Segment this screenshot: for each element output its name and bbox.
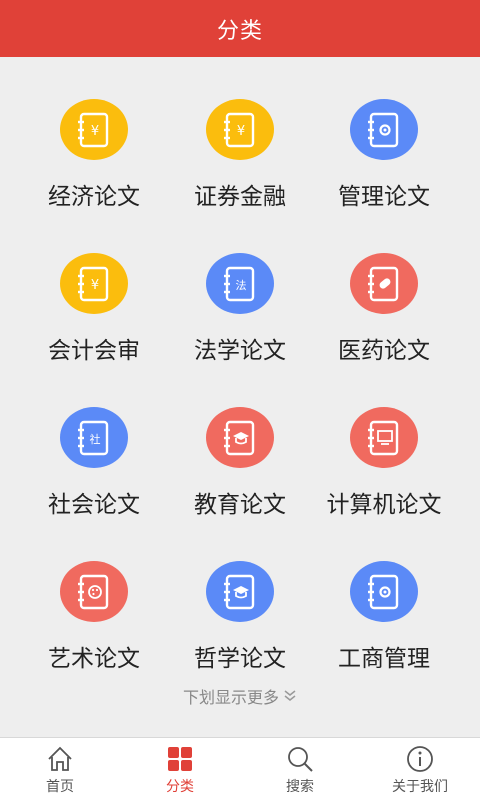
category-circle: ¥ — [60, 99, 128, 160]
category-label: 社会论文 — [48, 492, 140, 518]
tab-label: 搜索 — [286, 779, 314, 795]
society-notebook-icon: 社 — [78, 420, 109, 455]
category-label: 艺术论文 — [48, 646, 140, 672]
category-item[interactable]: ¥ 经济论文 — [14, 57, 174, 211]
double-chevron-down-icon — [283, 688, 297, 707]
svg-text:¥: ¥ — [91, 278, 99, 293]
pill-notebook-icon — [368, 266, 399, 301]
category-label: 教育论文 — [194, 492, 286, 518]
category-circle — [350, 253, 418, 314]
yen-notebook-icon: ¥ — [224, 112, 255, 147]
home-icon — [48, 746, 72, 771]
category-item[interactable]: 法 法学论文 — [160, 211, 320, 365]
app-header: 分类 — [0, 0, 480, 57]
page-title: 分类 — [216, 18, 263, 44]
tab-about[interactable]: 关于我们 — [360, 738, 480, 801]
category-item[interactable]: ¥ 会计会审 — [14, 211, 174, 365]
palette-notebook-icon — [78, 574, 109, 609]
category-circle — [60, 561, 128, 622]
tab-home[interactable]: 首页 — [0, 738, 120, 801]
computer-notebook-icon — [368, 420, 399, 455]
tab-label: 分类 — [166, 779, 194, 795]
category-label: 哲学论文 — [194, 646, 286, 672]
category-label: 工商管理 — [338, 646, 430, 672]
gear-notebook-icon — [368, 574, 399, 609]
info-icon — [407, 746, 433, 772]
svg-text:¥: ¥ — [237, 124, 245, 139]
graduation-cap-notebook-icon — [224, 574, 255, 609]
scroll-more-text: 下划显示更多 — [182, 688, 279, 707]
category-circle — [206, 561, 274, 622]
category-item[interactable]: 医药论文 — [304, 211, 464, 365]
category-label: 管理论文 — [338, 184, 430, 210]
svg-text:法: 法 — [236, 278, 247, 292]
scroll-more-hint: 下划显示更多 — [0, 684, 480, 708]
tab-search[interactable]: 搜索 — [240, 738, 360, 801]
search-icon — [288, 747, 313, 772]
category-label: 法学论文 — [194, 338, 286, 364]
yen-notebook-icon: ¥ — [78, 266, 109, 301]
svg-text:社: 社 — [90, 432, 101, 446]
graduation-cap-notebook-icon — [224, 420, 255, 455]
category-item[interactable]: 教育论文 — [160, 365, 320, 519]
category-circle: 法 — [206, 253, 274, 314]
category-item[interactable]: 哲学论文 — [160, 519, 320, 673]
gear-notebook-icon — [368, 112, 399, 147]
category-item[interactable]: 社 社会论文 — [14, 365, 174, 519]
category-label: 经济论文 — [48, 184, 140, 210]
category-circle: 社 — [60, 407, 128, 468]
bottom-tab-bar: 首页 分类 搜索 关于我们 — [0, 737, 480, 801]
law-notebook-icon: 法 — [224, 266, 255, 301]
tab-label: 关于我们 — [392, 779, 448, 795]
category-label: 会计会审 — [48, 338, 140, 364]
category-label: 证券金融 — [194, 184, 286, 210]
svg-text:¥: ¥ — [91, 124, 99, 139]
category-circle: ¥ — [206, 99, 274, 160]
category-circle — [350, 407, 418, 468]
category-item[interactable]: 计算机论文 — [304, 365, 464, 519]
category-item[interactable]: 艺术论文 — [14, 519, 174, 673]
category-label: 医药论文 — [338, 338, 430, 364]
category-grid: ¥ 经济论文 ¥ 证券金融 管理论文 ¥ 会计会审 法 法学论文 医药论文 社 … — [0, 57, 480, 737]
category-circle — [350, 99, 418, 160]
category-circle: ¥ — [60, 253, 128, 314]
category-label: 计算机论文 — [326, 492, 442, 518]
category-circle — [206, 407, 274, 468]
grid-icon — [168, 747, 192, 771]
category-item[interactable]: 管理论文 — [304, 57, 464, 211]
tab-category[interactable]: 分类 — [120, 738, 240, 801]
tab-label: 首页 — [46, 779, 74, 795]
yen-notebook-icon: ¥ — [78, 112, 109, 147]
category-item[interactable]: 工商管理 — [304, 519, 464, 673]
category-circle — [350, 561, 418, 622]
category-item[interactable]: ¥ 证券金融 — [160, 57, 320, 211]
